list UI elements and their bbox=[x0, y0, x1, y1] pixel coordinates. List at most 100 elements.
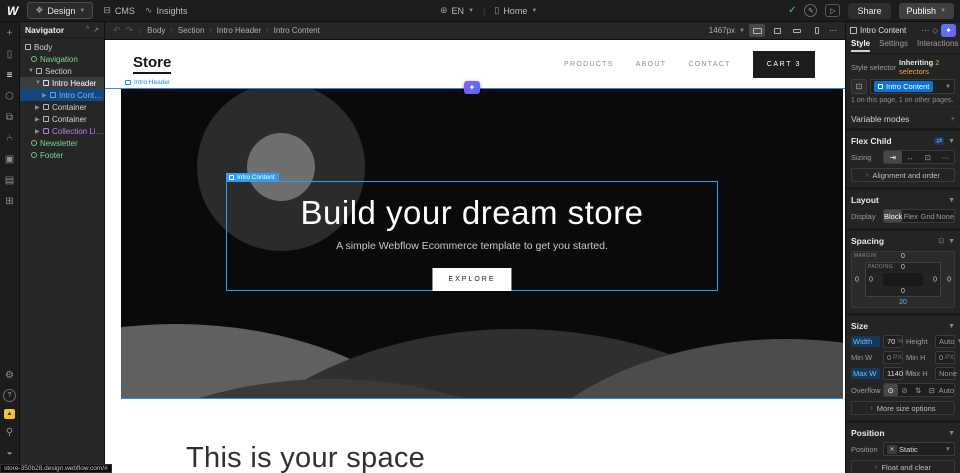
chevron-down-icon[interactable]: ▼ bbox=[948, 138, 955, 145]
breadcrumb-intro-header[interactable]: Intro Header bbox=[217, 26, 261, 35]
margin-top-value[interactable]: 0 bbox=[852, 253, 954, 260]
sizing-grow-icon[interactable]: ↔ bbox=[902, 151, 920, 163]
nav-link-about[interactable]: ABOUT bbox=[636, 61, 667, 68]
space-section-heading[interactable]: This is your space bbox=[186, 442, 425, 473]
hero-heading[interactable]: Build your dream store bbox=[227, 194, 717, 232]
chevron-down-icon[interactable]: ▼ bbox=[948, 430, 955, 437]
overflow-visible-icon[interactable]: ⊙ bbox=[884, 384, 898, 396]
webflow-logo[interactable]: W bbox=[7, 4, 17, 18]
intro-header-element-label[interactable]: Intro Header bbox=[123, 79, 172, 86]
cart-button[interactable]: CART 3 bbox=[753, 51, 815, 78]
tree-item-container[interactable]: ▶ Container bbox=[20, 101, 104, 113]
nav-link-products[interactable]: PRODUCTS bbox=[564, 61, 614, 68]
overflow-hidden-icon[interactable]: ⊘ bbox=[898, 384, 912, 396]
display-none-option[interactable]: None bbox=[936, 210, 954, 222]
preview-icon[interactable]: ▷ bbox=[825, 4, 840, 17]
breadcrumb-body[interactable]: Body bbox=[147, 26, 165, 35]
float-clear-button[interactable]: › Float and clear bbox=[851, 460, 955, 473]
display-grid-option[interactable]: Grid bbox=[919, 210, 936, 222]
search-icon[interactable]: ⚲ bbox=[3, 426, 17, 439]
add-icon[interactable]: + bbox=[951, 116, 955, 123]
tree-item-container[interactable]: ▶ Container bbox=[20, 113, 104, 125]
sizing-shrink-icon[interactable]: ⇥ bbox=[884, 151, 902, 163]
pages-icon[interactable]: ▯ bbox=[3, 48, 17, 61]
padding-left-value[interactable]: 0 bbox=[869, 276, 873, 283]
tree-item-body[interactable]: Body bbox=[20, 41, 104, 53]
more-options-icon[interactable]: ⋯ bbox=[921, 26, 929, 35]
canvas-width-value[interactable]: 1467px bbox=[709, 26, 735, 35]
margin-bottom-value[interactable]: 20 bbox=[852, 299, 954, 306]
collapse-all-icon[interactable]: ^ bbox=[86, 26, 89, 34]
overflow-clip-icon[interactable]: ⊟ bbox=[925, 384, 939, 396]
width-input[interactable]: 70 % bbox=[883, 335, 903, 348]
caret-down-icon[interactable]: ▼ bbox=[28, 68, 33, 74]
breadcrumb-section[interactable]: Section bbox=[178, 26, 205, 35]
variables-icon[interactable]: ⑃ bbox=[3, 132, 17, 145]
tree-item-newsletter[interactable]: Newsletter bbox=[20, 137, 104, 149]
site-logo[interactable]: Store bbox=[133, 54, 171, 74]
margin-left-value[interactable]: 0 bbox=[855, 276, 859, 283]
breakpoint-tablet-icon[interactable] bbox=[769, 24, 785, 37]
max-height-label[interactable]: Max H bbox=[906, 369, 932, 378]
more-size-options-button[interactable]: › More size options bbox=[851, 401, 955, 415]
design-surface[interactable]: Store PRODUCTS ABOUT CONTACT CART 3 Intr… bbox=[105, 40, 845, 473]
max-width-label[interactable]: Max W bbox=[851, 368, 880, 379]
max-height-input[interactable]: None ▼ bbox=[935, 367, 955, 380]
caret-down-icon[interactable]: ▼ bbox=[35, 80, 40, 86]
max-width-input[interactable]: 1140 PX bbox=[883, 367, 903, 380]
tab-interactions[interactable]: Interactions bbox=[917, 39, 958, 50]
cms-button[interactable]: ⊟ CMS bbox=[103, 5, 135, 16]
min-width-label[interactable]: Min W bbox=[851, 353, 880, 362]
breakpoint-indicator-icon[interactable]: ⊡ bbox=[851, 79, 867, 94]
nav-link-contact[interactable]: CONTACT bbox=[688, 61, 730, 68]
breakpoint-desktop-icon[interactable] bbox=[749, 24, 765, 37]
spacing-control[interactable]: MARGIN 0 0 0 20 PADDING 0 0 0 0 bbox=[851, 251, 955, 308]
position-select[interactable]: ✕ Static ▼ bbox=[883, 442, 955, 456]
assets-icon[interactable]: ⧉ bbox=[3, 111, 17, 124]
undo-icon[interactable]: ↶ bbox=[113, 25, 121, 36]
caret-right-icon[interactable]: ▶ bbox=[35, 116, 40, 123]
pin-panel-icon[interactable]: ↗ bbox=[93, 26, 99, 34]
display-flex-option[interactable]: Flex bbox=[902, 210, 919, 222]
tree-item-intro-content[interactable]: ▶ Intro Content bbox=[20, 89, 104, 101]
caret-right-icon[interactable]: ▶ bbox=[35, 104, 40, 111]
height-input[interactable]: Auto ▼ bbox=[935, 335, 955, 348]
design-menu-button[interactable]: ❖ Design ▼ bbox=[27, 2, 93, 19]
libraries-icon[interactable]: ▤ bbox=[3, 174, 17, 187]
flex-child-indicator-icon[interactable]: ⇄ bbox=[934, 137, 944, 145]
min-height-label[interactable]: Min H bbox=[906, 353, 932, 362]
min-height-input[interactable]: 0 PX bbox=[935, 351, 955, 364]
min-width-input[interactable]: 0 PX bbox=[883, 351, 903, 364]
components-icon[interactable]: ⬡ bbox=[3, 90, 17, 103]
tree-item-section[interactable]: ▼ Section bbox=[20, 65, 104, 77]
caret-right-icon[interactable]: ▶ bbox=[35, 128, 40, 135]
tree-item-footer[interactable]: Footer bbox=[20, 149, 104, 161]
intro-content-element-label[interactable]: Intro Content bbox=[226, 173, 279, 182]
page-switcher[interactable]: ▯ Home ▼ bbox=[494, 5, 537, 16]
padding-bottom-value[interactable]: 0 bbox=[866, 288, 940, 295]
padding-control[interactable]: PADDING 0 0 0 0 bbox=[865, 262, 941, 297]
spacing-settings-icon[interactable]: ⊡ bbox=[938, 237, 944, 245]
insights-button[interactable]: ∿ Insights bbox=[145, 5, 188, 16]
width-label[interactable]: Width bbox=[851, 336, 880, 347]
breadcrumb-intro-content[interactable]: Intro Content bbox=[274, 26, 320, 35]
intro-content-selected-element[interactable]: Intro Content Build your dream store A s… bbox=[226, 181, 718, 291]
add-element-icon[interactable]: + bbox=[3, 27, 17, 40]
padding-top-value[interactable]: 0 bbox=[866, 264, 940, 271]
media-icon[interactable]: ▣ bbox=[3, 153, 17, 166]
overflow-auto-option[interactable]: Auto bbox=[939, 384, 954, 396]
chevron-down-icon[interactable]: ▼ bbox=[948, 323, 955, 330]
settings-gear-icon[interactable]: ⚙ bbox=[3, 369, 17, 382]
tab-style[interactable]: Style bbox=[851, 39, 870, 52]
navigator-icon[interactable]: ≡ bbox=[3, 69, 17, 82]
hero-subtitle[interactable]: A simple Webflow Ecommerce template to g… bbox=[227, 240, 717, 252]
share-button[interactable]: Share bbox=[848, 3, 890, 19]
upgrade-warning-icon[interactable]: ▲ bbox=[4, 409, 15, 419]
caret-right-icon[interactable]: ▶ bbox=[42, 92, 47, 99]
hero-section[interactable]: Intro Content Build your dream store A s… bbox=[121, 89, 843, 399]
add-element-badge[interactable]: ✦ bbox=[464, 81, 480, 94]
alignment-order-button[interactable]: › Alignment and order bbox=[851, 168, 955, 182]
style-selector-input[interactable]: Intro Content ▼ bbox=[870, 79, 955, 94]
tree-item-collection-list[interactable]: ▶ Collection List Wra... bbox=[20, 125, 104, 137]
display-block-option[interactable]: Block bbox=[884, 210, 902, 222]
